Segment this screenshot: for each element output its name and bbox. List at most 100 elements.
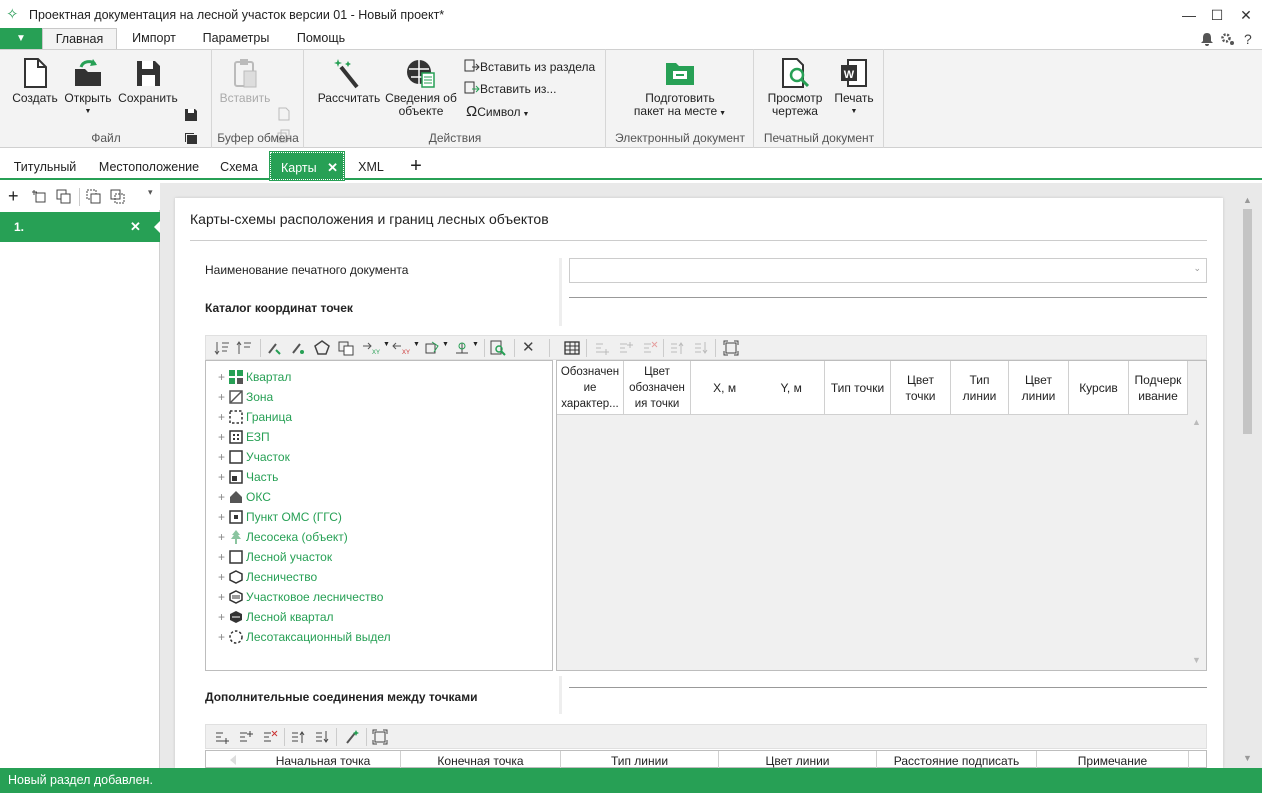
column-header[interactable]: Конечная точка [401, 751, 561, 769]
connection-fit-icon[interactable] [372, 729, 388, 745]
print-button[interactable]: W Печать ▼ [828, 57, 880, 118]
section-item[interactable]: 1. ✕ [0, 212, 160, 242]
add-section-icon[interactable]: + [8, 186, 19, 207]
insert-from-section-button[interactable]: Вставить из раздела [464, 59, 595, 74]
column-header[interactable]: Начальная точка [246, 751, 401, 769]
expand-icon[interactable]: + [218, 627, 229, 647]
grid-scroll-down[interactable]: ▼ [1192, 655, 1201, 665]
move-up-icon[interactable] [86, 189, 102, 205]
delete-section-icon[interactable]: ✕ [130, 219, 141, 235]
expand-icon[interactable]: + [218, 607, 229, 627]
cut-icon[interactable] [276, 106, 292, 122]
minimize-button[interactable]: — [1176, 4, 1202, 26]
column-header[interactable]: Расстояние подписать [877, 751, 1037, 769]
doc-name-select[interactable]: ⌄ [569, 258, 1207, 283]
column-header[interactable]: Обозначен ие характер... [557, 361, 624, 415]
expand-icon[interactable]: + [218, 587, 229, 607]
tree-item[interactable]: + ОКС [218, 487, 271, 507]
expand-icon[interactable]: + [218, 367, 229, 387]
copy-layer-icon[interactable] [338, 340, 354, 356]
remove-row-icon[interactable] [642, 340, 658, 356]
expand-icon[interactable]: + [218, 547, 229, 567]
tree-item[interactable]: + Участок [218, 447, 290, 467]
column-header[interactable]: Цвет точки [891, 361, 951, 415]
fit-view-icon[interactable] [723, 340, 739, 356]
tab-xml[interactable]: XML [350, 152, 392, 180]
pentagon-icon[interactable] [314, 340, 330, 356]
tree-item[interactable]: + Зона [218, 387, 273, 407]
expand-icon[interactable]: + [218, 387, 229, 407]
transform-icon[interactable] [424, 340, 442, 356]
calculate-button[interactable]: Рассчитать [316, 57, 382, 105]
column-header[interactable]: Примечание [1037, 751, 1189, 769]
object-info-button[interactable]: Сведения об объекте [382, 57, 460, 118]
import-xy-icon[interactable]: XY [362, 340, 382, 356]
symbol-button[interactable]: ΩСимвол ▼ [466, 103, 529, 120]
preview-drawing-button[interactable]: Просмотр чертежа [762, 57, 828, 118]
tab-parameters[interactable]: Параметры [193, 30, 279, 49]
column-header[interactable]: Подчерк ивание [1129, 361, 1188, 415]
expand-icon[interactable]: + [218, 487, 229, 507]
row-up-icon[interactable] [669, 340, 685, 356]
add-row-icon[interactable] [594, 340, 610, 356]
save-button[interactable]: Сохранить [116, 57, 180, 105]
insert-from-button[interactable]: Вставить из... [464, 81, 556, 96]
column-header[interactable]: Цвет линии [1009, 361, 1069, 415]
expand-icon[interactable]: + [218, 427, 229, 447]
toolbar-menu-icon[interactable]: ▾ [148, 187, 153, 198]
column-header[interactable]: Тип точки [825, 361, 891, 415]
tree-item[interactable]: + Лесосека (объект) [218, 527, 348, 547]
prepare-package-button[interactable]: Подготовить пакет на месте ▼ [616, 59, 744, 120]
measure-icon[interactable] [454, 340, 472, 356]
expand-icon[interactable]: + [218, 467, 229, 487]
insert-row-icon[interactable] [618, 340, 634, 356]
tab-main[interactable]: Главная [42, 28, 117, 50]
save-as-icon[interactable] [183, 107, 199, 123]
tree-item[interactable]: + Часть [218, 467, 278, 487]
tree-item[interactable]: + Пункт ОМС (ГГС) [218, 507, 342, 527]
tab-help[interactable]: Помощь [285, 30, 357, 49]
tab-scheme[interactable]: Схема [214, 152, 264, 180]
add-child-icon[interactable] [32, 189, 48, 205]
find-icon[interactable] [490, 340, 506, 356]
column-header[interactable]: Тип линии [951, 361, 1009, 415]
tree-item[interactable]: + ЕЗП [218, 427, 270, 447]
create-button[interactable]: Создать [10, 57, 60, 105]
table-icon[interactable] [564, 340, 580, 356]
expand-icon[interactable]: + [218, 407, 229, 427]
connection-wand-icon[interactable] [344, 729, 360, 745]
expand-icon[interactable]: + [218, 527, 229, 547]
close-tab-icon[interactable]: ✕ [327, 153, 338, 183]
tree-item[interactable]: + Лесной квартал [218, 607, 334, 627]
grid-scroll-up[interactable]: ▲ [1192, 417, 1201, 427]
duplicate-icon[interactable] [56, 189, 72, 205]
tab-title-page[interactable]: Титульный [6, 152, 84, 180]
open-button[interactable]: Открыть ▼ [60, 57, 116, 118]
tree-item[interactable]: + Квартал [218, 367, 291, 387]
row-down-icon[interactable] [693, 340, 709, 356]
insert-connection-icon[interactable] [238, 729, 254, 745]
sort-down-icon[interactable] [214, 340, 230, 356]
paste-button[interactable]: Вставить [218, 57, 272, 105]
help-button[interactable]: ? [1244, 31, 1252, 47]
tree-item[interactable]: + Лесотаксационный выдел [218, 627, 391, 647]
wand-icon[interactable] [290, 340, 306, 356]
column-header[interactable]: Тип линии [561, 751, 719, 769]
expand-icon[interactable]: + [218, 507, 229, 527]
tree-item[interactable]: + Граница [218, 407, 292, 427]
tab-maps[interactable]: Карты ✕ [269, 151, 345, 183]
xy-column-header[interactable]: X, м Y, м [691, 361, 825, 415]
tree-item[interactable]: + Лесной участок [218, 547, 332, 567]
settings-icon[interactable] [1220, 31, 1236, 47]
expand-icon[interactable]: + [218, 567, 229, 587]
remove-connection-icon[interactable] [262, 729, 278, 745]
tab-import[interactable]: Импорт [120, 30, 188, 49]
column-header[interactable]: Курсив [1069, 361, 1129, 415]
add-tab-button[interactable]: + [404, 152, 428, 180]
wand-tree-icon[interactable] [266, 340, 282, 356]
expand-icon[interactable]: + [218, 447, 229, 467]
export-xy-icon[interactable]: XY [392, 340, 412, 356]
delete-icon[interactable]: ✕ [522, 338, 535, 356]
tree-item[interactable]: + Участковое лесничество [218, 587, 383, 607]
sort-up-icon[interactable] [236, 340, 252, 356]
